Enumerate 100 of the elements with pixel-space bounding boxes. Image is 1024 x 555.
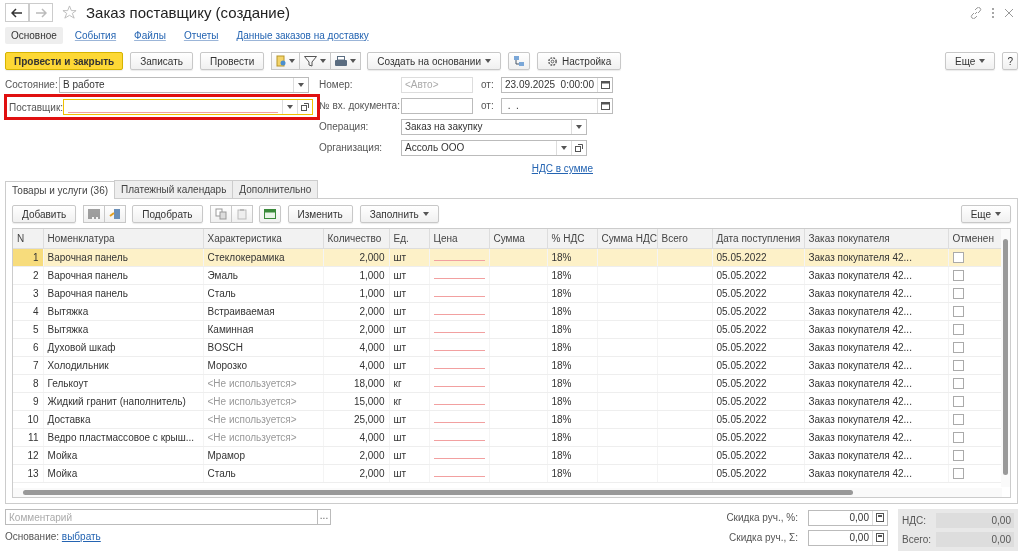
table-toolbar-button[interactable]: Изменить <box>287 205 353 223</box>
spreadsheet-button[interactable] <box>258 205 281 223</box>
date-field[interactable]: . . <box>501 97 613 114</box>
column-header[interactable]: Номенклатура <box>43 229 203 249</box>
tab[interactable]: Товары и услуги (36) <box>5 181 116 199</box>
column-header[interactable]: N <box>13 229 43 249</box>
checkbox[interactable] <box>952 468 964 480</box>
checkbox[interactable] <box>952 450 964 462</box>
table-cell: 05.05.2022 <box>712 356 804 375</box>
toolbar-button[interactable]: Записать <box>130 52 193 70</box>
discount-percent-field[interactable]: 0,00 <box>808 509 888 526</box>
discount-sum-field[interactable]: 0,00 <box>808 529 888 546</box>
operation-dropdown[interactable]: Заказ на закупку <box>401 118 587 135</box>
column-header[interactable]: Дата поступления <box>712 229 804 249</box>
caret-icon <box>298 82 304 87</box>
window-title: Заказ поставщику (создание) <box>86 4 291 21</box>
close-icon[interactable] <box>1004 7 1014 18</box>
document-icon <box>276 55 287 67</box>
help-button[interactable]: ? <box>1002 52 1018 70</box>
column-header[interactable]: Сумма <box>489 229 547 249</box>
section-link[interactable]: Основное <box>5 26 63 44</box>
section-link[interactable]: События <box>68 26 123 44</box>
table-cell: 11 <box>13 428 43 447</box>
field-label: Скидка руч., Σ: <box>729 532 798 543</box>
choose-button[interactable]: ... <box>318 509 331 525</box>
checkbox[interactable] <box>952 342 964 354</box>
table-cell: 18% <box>547 320 597 339</box>
table-cell: шт <box>389 446 429 465</box>
barcode-button[interactable] <box>83 205 106 223</box>
checkbox[interactable] <box>952 360 964 372</box>
horizontal-scrollbar[interactable] <box>13 488 1002 497</box>
more-dropdown[interactable]: Еще <box>960 205 1011 223</box>
checkbox[interactable] <box>952 252 964 264</box>
checkbox[interactable] <box>952 324 964 336</box>
structure-button[interactable] <box>508 52 530 70</box>
more-icon[interactable] <box>991 6 995 19</box>
column-header[interactable]: Отменен <box>948 229 1002 249</box>
section-link[interactable]: Файлы <box>128 26 172 44</box>
column-header[interactable]: Заказ покупателя <box>804 229 948 249</box>
table-toolbar-button[interactable]: Подобрать <box>132 205 203 223</box>
table-cell: шт <box>389 284 429 303</box>
required-underline <box>433 458 485 459</box>
comment-field[interactable]: Комментарий <box>5 509 318 525</box>
post-and-close-button[interactable]: Провести и закрыть <box>5 52 124 70</box>
table-toolbar-button[interactable]: Добавить <box>12 205 77 223</box>
print-dropdown[interactable] <box>330 52 362 70</box>
checkbox[interactable] <box>952 432 964 444</box>
column-header[interactable]: Ед. <box>389 229 429 249</box>
checkbox[interactable] <box>952 306 964 318</box>
scanner-button[interactable] <box>104 205 127 223</box>
field-label: от: <box>481 79 495 90</box>
table-cell: <Не используется> <box>203 392 323 411</box>
basis-label: Основание: <box>5 531 60 542</box>
create-based-on-dropdown[interactable]: Создать на основании <box>367 52 501 70</box>
table-cell: Встраиваемая <box>203 302 323 321</box>
star-icon[interactable] <box>62 5 77 20</box>
link-icon[interactable] <box>970 6 982 19</box>
paste-button[interactable] <box>230 205 253 223</box>
tab[interactable]: Платежный календарь <box>114 180 234 198</box>
checkbox[interactable] <box>952 414 964 426</box>
section-link[interactable]: Отчеты <box>177 26 225 44</box>
table-cell: 7 <box>13 356 43 375</box>
required-underline <box>433 260 485 261</box>
table-cell: 05.05.2022 <box>712 338 804 357</box>
column-header[interactable]: % НДС <box>547 229 597 249</box>
select-link[interactable]: выбрать <box>61 531 101 542</box>
checkbox[interactable] <box>952 396 964 408</box>
settings-button[interactable]: Настройка <box>537 52 622 70</box>
column-header[interactable]: Характеристика <box>203 229 323 249</box>
fill-dropdown[interactable]: Заполнить <box>359 205 439 223</box>
column-header[interactable]: Количество <box>323 229 389 249</box>
caret-icon <box>485 59 491 63</box>
total-value: 0,00 <box>936 532 1014 547</box>
toolbar-button[interactable]: Провести <box>200 52 265 70</box>
table-cell: Варочная панель <box>43 284 203 303</box>
state-dropdown[interactable]: В работе <box>59 76 309 93</box>
column-header[interactable]: Цена <box>429 229 489 249</box>
document-dropdown[interactable] <box>271 52 301 70</box>
table-cell: Заказ покупателя 42... <box>804 428 948 447</box>
vertical-scrollbar[interactable] <box>1001 229 1010 487</box>
organization-dropdown[interactable]: Ассоль ООО <box>401 139 587 156</box>
more-dropdown[interactable]: Еще <box>945 52 996 70</box>
supplier-field[interactable] <box>63 99 313 115</box>
tab[interactable]: Дополнительно <box>232 180 319 198</box>
table-cell: Вытяжка <box>43 320 203 339</box>
table-cell: Ведро пластмассовое с крыш... <box>43 428 203 447</box>
checkbox[interactable] <box>952 270 964 282</box>
filter-dropdown[interactable] <box>299 52 332 70</box>
checkbox[interactable] <box>952 288 964 300</box>
date-field[interactable]: 23.09.2025 0:00:00 <box>501 76 613 93</box>
section-link[interactable]: Данные заказов на доставку <box>230 26 375 44</box>
table-cell: 25,000 <box>323 410 389 429</box>
number-field[interactable]: <Авто> <box>401 76 473 93</box>
incoming-number-field[interactable] <box>401 97 473 114</box>
column-header[interactable]: Всего <box>657 229 712 249</box>
copy-button[interactable] <box>209 205 232 223</box>
back-button[interactable] <box>5 3 29 22</box>
vat-link[interactable]: НДС в сумме <box>531 163 593 174</box>
checkbox[interactable] <box>952 378 964 390</box>
column-header[interactable]: Сумма НДС <box>597 229 657 249</box>
